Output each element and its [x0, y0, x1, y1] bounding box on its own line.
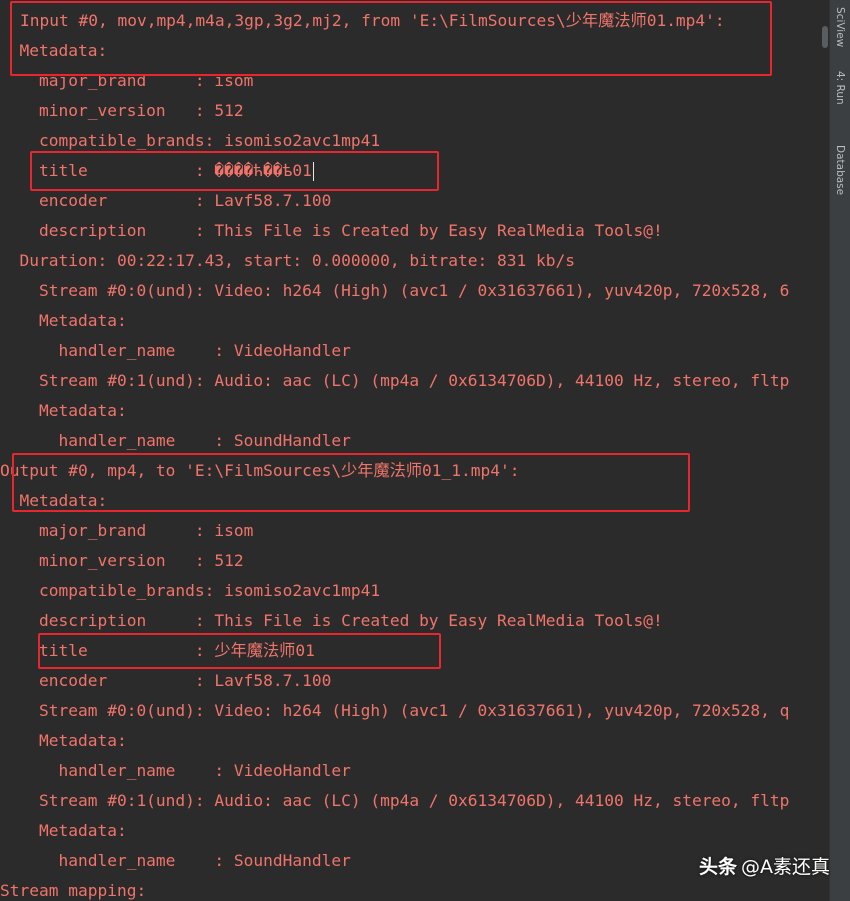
console-line-text: title : ����ћ��ѣ01	[0, 161, 312, 180]
console-line: Metadata:	[0, 311, 127, 330]
console-line: Stream mapping:	[0, 881, 147, 900]
console-line: major_brand : isom	[0, 521, 254, 540]
console-line: Output #0, mp4, to 'E:\FilmSources\少年魔法师…	[0, 461, 520, 480]
database-tab[interactable]: Database	[830, 136, 850, 204]
console-line: Metadata:	[0, 821, 127, 840]
console-line: Stream #0:1(und): Audio: aac (LC) (mp4a …	[0, 371, 790, 390]
console-line: compatible_brands: isomiso2avc1mp41	[0, 581, 381, 600]
console-line: compatible_brands: isomiso2avc1mp41	[0, 131, 381, 150]
console-line: encoder : Lavf58.7.100	[0, 671, 332, 690]
console-line: Metadata:	[0, 41, 108, 60]
watermark-handle: @A素还真	[741, 856, 830, 878]
console-line: minor_version : 512	[0, 551, 244, 570]
console-line: Stream #0:1(und): Audio: aac (LC) (mp4a …	[0, 791, 790, 810]
console-line: Input #0, mov,mp4,m4a,3gp,3g2,mj2, from …	[20, 11, 725, 30]
console-line: minor_version : 512	[0, 101, 244, 120]
watermark-brand: 头条	[698, 856, 737, 878]
text-cursor	[312, 162, 314, 181]
console-output[interactable]: Input #0, mov,mp4,m4a,3gp,3g2,mj2, from …	[0, 0, 830, 901]
watermark: 头条 @A素还真	[699, 852, 830, 879]
console-line-title-fixed: title : 少年魔法师01	[0, 641, 315, 660]
console-line: major_brand : isom	[0, 71, 254, 90]
right-tool-sidebar: SciView 4: Run Database	[829, 0, 850, 901]
scrollbar-thumb[interactable]	[822, 26, 828, 48]
console-line: handler_name : VideoHandler	[0, 341, 351, 360]
sciview-tab[interactable]: SciView	[830, 2, 850, 52]
console-line: Metadata:	[0, 731, 127, 750]
console-line: Metadata:	[0, 401, 127, 420]
console-line: Stream #0:0(und): Video: h264 (High) (av…	[0, 281, 790, 300]
console-line: description : This File is Created by Ea…	[0, 611, 663, 630]
console-line: handler_name : VideoHandler	[0, 761, 351, 780]
console-line: Stream #0:0(und): Video: h264 (High) (av…	[0, 701, 790, 720]
console-line: Duration: 00:22:17.43, start: 0.000000, …	[0, 251, 575, 270]
console-line-title-garbled: title : ����ћ��ѣ01	[0, 156, 829, 186]
run-tab[interactable]: 4: Run	[830, 62, 850, 114]
console-line: encoder : Lavf58.7.100	[0, 191, 332, 210]
console-line: handler_name : SoundHandler	[0, 431, 351, 450]
console-line: description : This File is Created by Ea…	[0, 221, 663, 240]
console-line: Metadata:	[0, 491, 108, 510]
